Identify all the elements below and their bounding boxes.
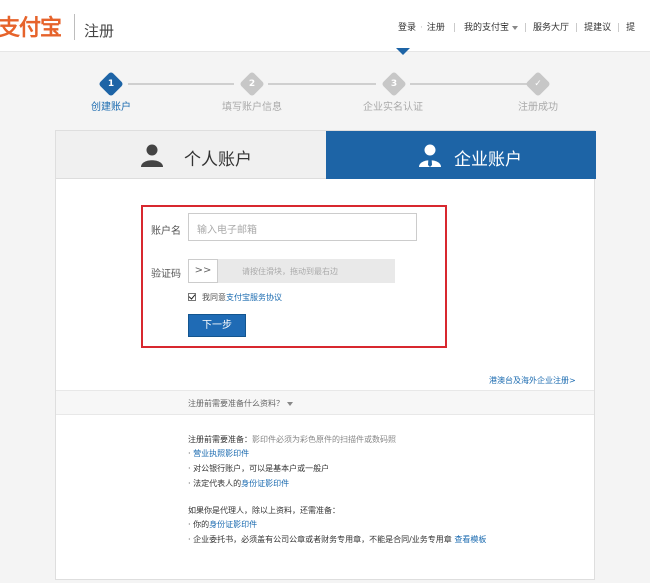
prep-toggle[interactable]: 注册前需要准备什么资料？: [188, 398, 293, 409]
top-nav: 登录 · 注册 | 我的支付宝 | 服务大厅 | 提建议 | 提: [398, 20, 635, 33]
legal-rep-prefix: 法定代表人的: [193, 479, 242, 488]
nav-suggestion-link[interactable]: 提建议: [584, 20, 611, 33]
slider-handle[interactable]: >>: [188, 259, 218, 283]
step-1-number: 1: [107, 79, 115, 89]
prep-title-line: 注册前需要准备：影印件必须为彩色原件的扫描件或数码照: [188, 434, 396, 445]
step-2-label: 填写账户信息: [222, 102, 282, 113]
step-3-label: 企业实名认证: [363, 102, 423, 113]
view-template-link[interactable]: 查看模板: [454, 535, 486, 544]
legal-rep-id-link[interactable]: 身份证影印件: [241, 479, 289, 488]
agent-item: · 企业委托书，必须盖有公司公章或者财务专用章，不能是合同/业务专用章 查看模板: [188, 535, 487, 544]
logo-divider: [74, 14, 75, 40]
prep-note: 影印件必须为彩色原件的扫描件或数码照: [252, 435, 396, 444]
business-person-icon: [419, 144, 441, 167]
email-placeholder: 输入电子邮箱: [197, 225, 257, 236]
step-connector: [410, 83, 530, 85]
step-1-label: 创建账户: [91, 102, 131, 113]
business-license-link[interactable]: 营业执照影印件: [193, 449, 249, 458]
page-title: 注册: [84, 22, 115, 40]
bank-account-item: 对公银行账户，可以是基本户或一般户: [193, 464, 330, 473]
step-connector: [268, 83, 376, 85]
captcha-label: 验证码: [151, 269, 181, 280]
active-tab-pointer: [396, 48, 410, 55]
agent-id-link[interactable]: 身份证影印件: [209, 520, 257, 529]
agent-id-prefix: 你的: [193, 520, 210, 529]
agree-checkbox[interactable]: [188, 293, 196, 301]
agent-item: · 你的身份证影印件: [188, 520, 258, 529]
nav-cut-item[interactable]: 提: [626, 20, 635, 33]
tab-personal-account[interactable]: 个人账户: [56, 131, 326, 179]
service-agreement-link[interactable]: 支付宝服务协议: [226, 293, 282, 302]
slider-hint: 请按住滑块，拖动到最右边: [242, 267, 338, 276]
chevron-down-icon: [287, 401, 293, 406]
alipay-logo[interactable]: 支付宝: [0, 10, 62, 42]
prep-item: · 对公银行账户，可以是基本户或一般户: [188, 464, 330, 473]
email-input[interactable]: 输入电子邮箱: [188, 213, 417, 241]
prep-item: · 营业执照影印件: [188, 449, 250, 458]
account-name-label: 账户名: [151, 226, 181, 237]
overseas-registration-link[interactable]: 港澳台及海外企业注册>: [489, 375, 576, 386]
person-icon: [141, 144, 163, 167]
nav-service-hall-link[interactable]: 服务大厅: [533, 20, 569, 33]
prep-title: 注册前需要准备：: [188, 435, 252, 444]
nav-login-link[interactable]: 登录: [398, 20, 416, 33]
step-2-number: 2: [248, 79, 256, 89]
agree-text: 我同意支付宝服务协议: [202, 292, 282, 303]
tab-company-label: 企业账户: [454, 150, 522, 170]
check-icon: ✓: [534, 79, 542, 89]
next-step-button[interactable]: 下一步: [188, 314, 246, 337]
nav-register-link[interactable]: 注册: [427, 20, 445, 33]
prep-item: · 法定代表人的身份证影印件: [188, 479, 290, 488]
captcha-slider[interactable]: >> 请按住滑块，拖动到最右边: [188, 259, 395, 283]
tab-personal-label: 个人账户: [184, 150, 252, 170]
step-4-label: 注册成功: [518, 102, 558, 113]
prep-toggle-bar: [56, 390, 594, 415]
chevron-down-icon[interactable]: [511, 25, 518, 30]
agent-title: 如果你是代理人，除以上资料，还需准备：: [188, 506, 340, 515]
tab-company-account[interactable]: 企业账户: [326, 131, 596, 179]
prep-toggle-label: 注册前需要准备什么资料？: [188, 399, 284, 408]
agree-prefix: 我同意: [202, 293, 226, 302]
step-connector: [128, 83, 234, 85]
power-of-attorney-item: 企业委托书，必须盖有公司公章或者财务专用章，不能是合同/业务专用章: [193, 535, 452, 544]
site-header: 支付宝 注册 登录 · 注册 | 我的支付宝 | 服务大厅 | 提建议 | 提: [0, 0, 650, 52]
step-3-number: 3: [390, 79, 398, 89]
nav-my-alipay-link[interactable]: 我的支付宝: [464, 20, 509, 33]
